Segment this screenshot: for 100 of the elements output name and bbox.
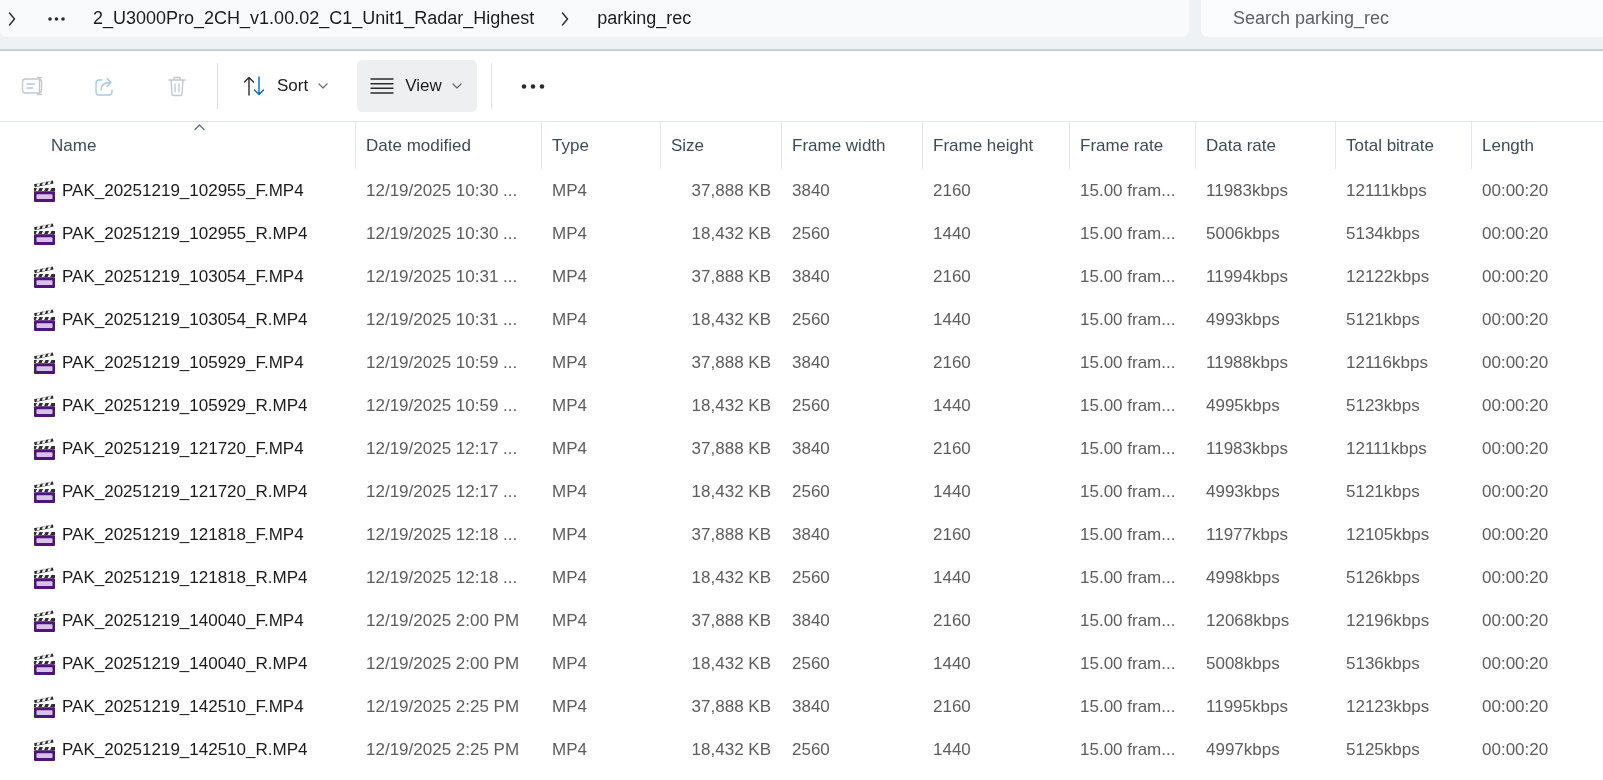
file-size: 37,888 KB [691,180,771,201]
more-icon[interactable] [48,16,65,21]
file-type: MP4 [552,653,587,674]
file-name[interactable]: PAK_20251219_105929_R.MP4 [62,395,308,416]
file-name[interactable]: PAK_20251219_121818_F.MP4 [62,524,304,545]
frame-height: 1440 [933,567,971,588]
frame-rate: 15.00 fram... [1080,309,1176,330]
total-bitrate: 5125kbps [1346,739,1420,760]
column-header[interactable]: Type [542,122,661,169]
breadcrumb-item[interactable]: 2_U3000Pro_2CH_v1.00.02_C1_Unit1_Radar_Highest [93,8,535,29]
column-header[interactable]: Frame height [923,122,1070,169]
file-name[interactable]: PAK_20251219_103054_F.MP4 [62,266,304,287]
clapperboard-icon [33,480,56,503]
frame-height: 1440 [933,653,971,674]
frame-height: 2160 [933,610,971,631]
file-type: MP4 [552,524,587,545]
chevron-down-icon [451,83,462,89]
frame-rate: 15.00 fram... [1080,223,1176,244]
frame-rate: 15.00 fram... [1080,610,1176,631]
file-name[interactable]: PAK_20251219_142510_R.MP4 [62,739,308,760]
modified-date: 12/19/2025 12:17 ... [366,438,518,459]
file-size: 18,432 KB [691,395,771,416]
modified-date: 12/19/2025 2:00 PM [366,610,520,631]
file-name[interactable]: PAK_20251219_140040_R.MP4 [62,653,308,674]
clapperboard-icon [33,437,56,460]
file-type: MP4 [552,223,587,244]
frame-height: 2160 [933,524,971,545]
clapperboard-icon [33,652,56,675]
data-rate: 11983kbps [1206,438,1288,459]
column-header[interactable]: Size [661,122,782,169]
clapperboard-icon [33,179,56,202]
file-name[interactable]: PAK_20251219_105929_F.MP4 [62,352,304,373]
file-type: MP4 [552,696,587,717]
file-type: MP4 [552,481,587,502]
video-length: 00:00:20 [1482,696,1549,717]
column-header[interactable]: Date modified [356,122,542,169]
data-rate: 11995kbps [1206,696,1288,717]
data-rate: 4997kbps [1206,739,1280,760]
frame-rate: 15.00 fram... [1080,266,1176,287]
video-length: 00:00:20 [1482,266,1549,287]
modified-date: 12/19/2025 10:59 ... [366,395,518,416]
breadcrumb-item[interactable]: parking_rec [597,8,692,29]
frame-rate: 15.00 fram... [1080,567,1176,588]
column-header[interactable]: Data rate [1196,122,1336,169]
modified-date: 12/19/2025 10:31 ... [366,309,518,330]
file-name[interactable]: PAK_20251219_102955_F.MP4 [62,180,304,201]
total-bitrate: 12122kbps [1346,266,1430,287]
trash-icon [165,74,189,98]
modified-date: 12/19/2025 2:25 PM [366,696,520,717]
data-rate: 11983kbps [1206,180,1288,201]
clapperboard-icon [33,222,56,245]
modified-date: 12/19/2025 2:25 PM [366,739,520,760]
search-field[interactable]: Search parking_rec [1201,0,1603,37]
video-length: 00:00:20 [1482,610,1549,631]
frame-height: 1440 [933,309,971,330]
frame-width: 2560 [792,653,830,674]
view-button[interactable]: View [357,60,477,112]
file-name[interactable]: PAK_20251219_121818_R.MP4 [62,567,308,588]
column-header[interactable]: Frame width [782,122,923,169]
clapperboard-icon [33,308,56,331]
frame-width: 3840 [792,696,830,717]
frame-height: 2160 [933,438,971,459]
column-header[interactable]: Length [1472,122,1603,169]
clapperboard-icon [33,566,56,589]
frame-rate: 15.00 fram... [1080,481,1176,502]
clapperboard-icon [33,523,56,546]
frame-rate: 15.00 fram... [1080,352,1176,373]
lines-icon [370,78,395,94]
total-bitrate: 12123kbps [1346,696,1430,717]
file-name[interactable]: PAK_20251219_142510_F.MP4 [62,696,304,717]
data-rate: 5008kbps [1206,653,1280,674]
clapperboard-icon [33,695,56,718]
frame-rate: 15.00 fram... [1080,395,1176,416]
total-bitrate: 12111kbps [1346,180,1427,201]
column-header[interactable]: Name [0,122,356,169]
file-name[interactable]: PAK_20251219_121720_F.MP4 [62,438,304,459]
clapperboard-icon [33,738,56,761]
total-bitrate: 5136kbps [1346,653,1420,674]
modified-date: 12/19/2025 2:00 PM [366,653,520,674]
modified-date: 12/19/2025 12:18 ... [366,524,518,545]
file-name[interactable]: PAK_20251219_102955_R.MP4 [62,223,308,244]
sort-arrows-icon [242,74,266,98]
frame-rate: 15.00 fram... [1080,524,1176,545]
column-header[interactable]: Total bitrate [1336,122,1472,169]
file-size: 18,432 KB [691,653,771,674]
frame-width: 2560 [792,223,830,244]
modified-date: 12/19/2025 10:30 ... [366,180,518,201]
video-length: 00:00:20 [1482,653,1549,674]
frame-height: 1440 [933,481,971,502]
file-name[interactable]: PAK_20251219_121720_R.MP4 [62,481,308,502]
total-bitrate: 12111kbps [1346,438,1427,459]
frame-rate: 15.00 fram... [1080,180,1176,201]
file-name[interactable]: PAK_20251219_103054_R.MP4 [62,309,308,330]
modified-date: 12/19/2025 10:30 ... [366,223,518,244]
file-size: 37,888 KB [691,266,771,287]
sort-button[interactable]: Sort [229,60,344,112]
file-size: 18,432 KB [691,481,771,502]
file-name[interactable]: PAK_20251219_140040_F.MP4 [62,610,304,631]
column-header[interactable]: Frame rate [1070,122,1196,169]
total-bitrate: 12116kbps [1346,352,1428,373]
